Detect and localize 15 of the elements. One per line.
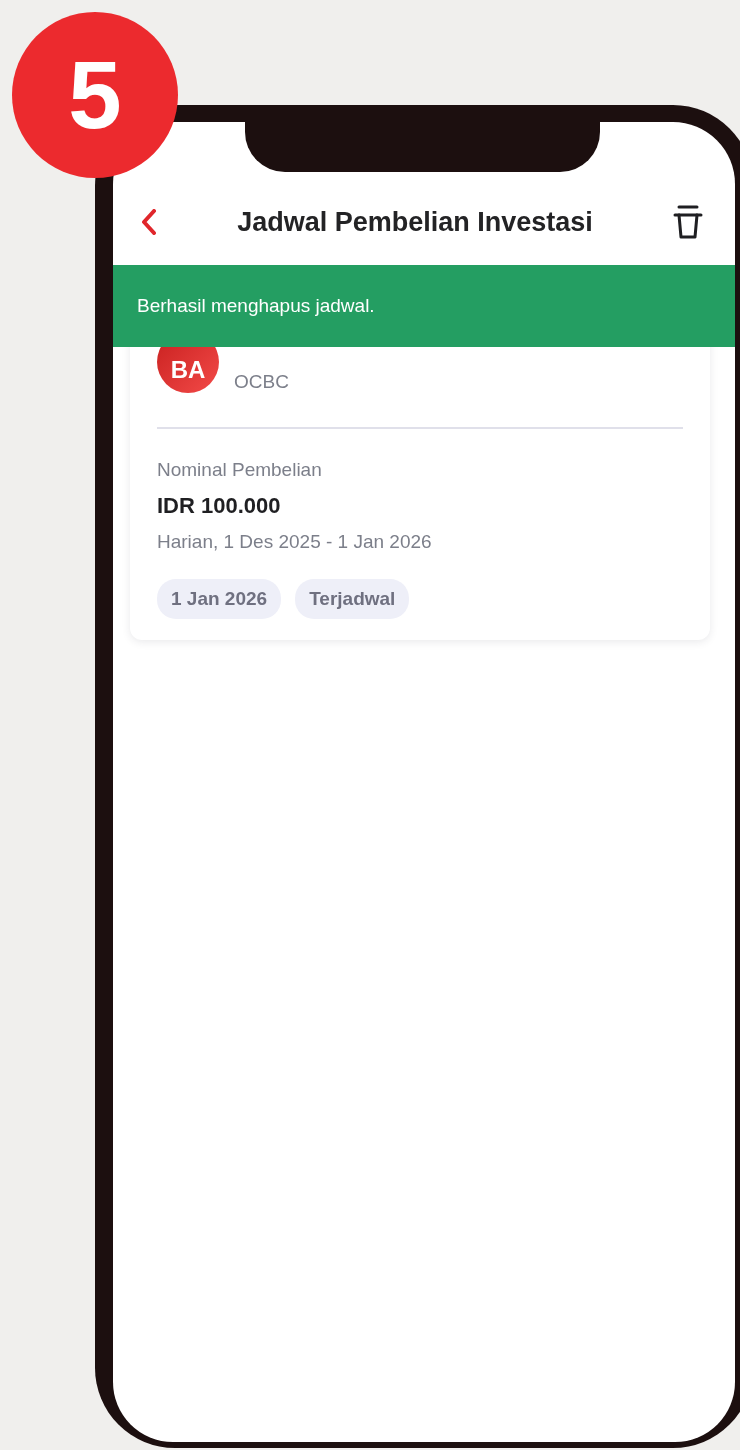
avatar-initials: BA bbox=[157, 347, 219, 393]
screen-title: Jadwal Pembelian Investasi bbox=[237, 206, 593, 238]
schedule-card[interactable]: BA OCBC Nominal Pembelian IDR 100.000 Harian, 1 Des 2025 - 1 Jan 2026 1 Jan 2026 Terjadwal bbox=[130, 347, 710, 640]
back-button[interactable] bbox=[141, 209, 157, 235]
back-chevron-icon bbox=[141, 209, 157, 235]
amount-value: IDR 100.000 bbox=[157, 493, 282, 519]
status-chip: 1 Jan 2026 bbox=[157, 579, 282, 619]
amount-label: Nominal Pembelian bbox=[157, 459, 323, 481]
trash-icon bbox=[673, 205, 703, 239]
delete-button[interactable] bbox=[673, 205, 703, 239]
step-number-badge: 5 bbox=[12, 12, 178, 178]
frequency-text: Harian, 1 Des 2025 - 1 Jan 2026 bbox=[157, 531, 433, 553]
banner-message: Berhasil menghapus jadwal. bbox=[137, 295, 375, 317]
provider-name: OCBC bbox=[234, 371, 289, 393]
status-chip: Terjadwal bbox=[295, 579, 410, 619]
